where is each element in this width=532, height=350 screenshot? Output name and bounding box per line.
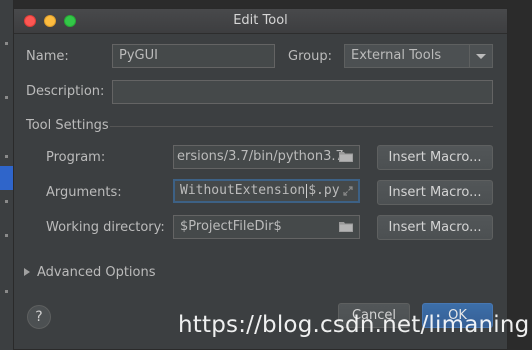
arguments-value-after-caret: $.py	[308, 183, 340, 198]
ide-side-strip	[0, 0, 14, 350]
group-select-value: External Tools	[351, 48, 442, 63]
insert-macro-arguments-button[interactable]: Insert Macro...	[377, 180, 493, 205]
strip-marker	[5, 96, 8, 99]
chevron-right-icon[interactable]	[24, 265, 30, 276]
name-label: Name:	[26, 49, 69, 64]
tool-settings-heading: Tool Settings	[26, 118, 109, 133]
strip-marker	[5, 234, 8, 237]
section-divider	[110, 126, 493, 127]
strip-marker	[5, 155, 8, 158]
chevron-down-icon[interactable]	[469, 45, 492, 67]
maximize-window-button[interactable]	[64, 15, 76, 27]
watermark-text: https://blog.csdn.net/limaning	[178, 312, 530, 338]
name-input[interactable]: PyGUI	[112, 44, 275, 68]
description-label: Description:	[26, 84, 105, 99]
working-directory-label: Working directory:	[46, 220, 165, 235]
arguments-value-before-caret: WithoutExtension	[180, 183, 306, 198]
strip-marker	[5, 42, 8, 45]
folder-icon[interactable]	[339, 221, 353, 232]
dialog-titlebar: Edit Tool	[14, 9, 507, 34]
insert-macro-program-button[interactable]: Insert Macro...	[377, 145, 493, 170]
arguments-input[interactable]: WithoutExtension $.py	[173, 179, 360, 203]
strip-marker	[5, 200, 8, 203]
help-button[interactable]: ?	[27, 305, 51, 329]
working-directory-input[interactable]: $ProjectFileDir$	[173, 215, 360, 239]
dialog-title: Edit Tool	[233, 13, 288, 28]
strip-marker	[5, 290, 8, 293]
expand-icon[interactable]	[343, 186, 353, 196]
strip-selected-row	[0, 166, 13, 190]
description-input[interactable]	[112, 80, 493, 104]
program-label: Program:	[46, 150, 106, 165]
arguments-label: Arguments:	[46, 185, 122, 200]
edit-tool-dialog: Edit Tool Name: PyGUI Group: External To…	[13, 8, 508, 350]
working-directory-value: $ProjectFileDir$	[180, 219, 282, 234]
minimize-window-button[interactable]	[44, 15, 56, 27]
group-select[interactable]: External Tools	[344, 44, 493, 68]
folder-icon[interactable]	[339, 151, 353, 162]
program-input[interactable]: ersions/3.7/bin/python3.7	[173, 145, 360, 169]
group-label: Group:	[288, 49, 332, 64]
advanced-options-toggle[interactable]: Advanced Options	[37, 265, 156, 281]
insert-macro-working-dir-button[interactable]: Insert Macro...	[377, 215, 493, 240]
program-value: ersions/3.7/bin/python3.7	[177, 149, 344, 164]
close-window-button[interactable]	[24, 15, 36, 27]
